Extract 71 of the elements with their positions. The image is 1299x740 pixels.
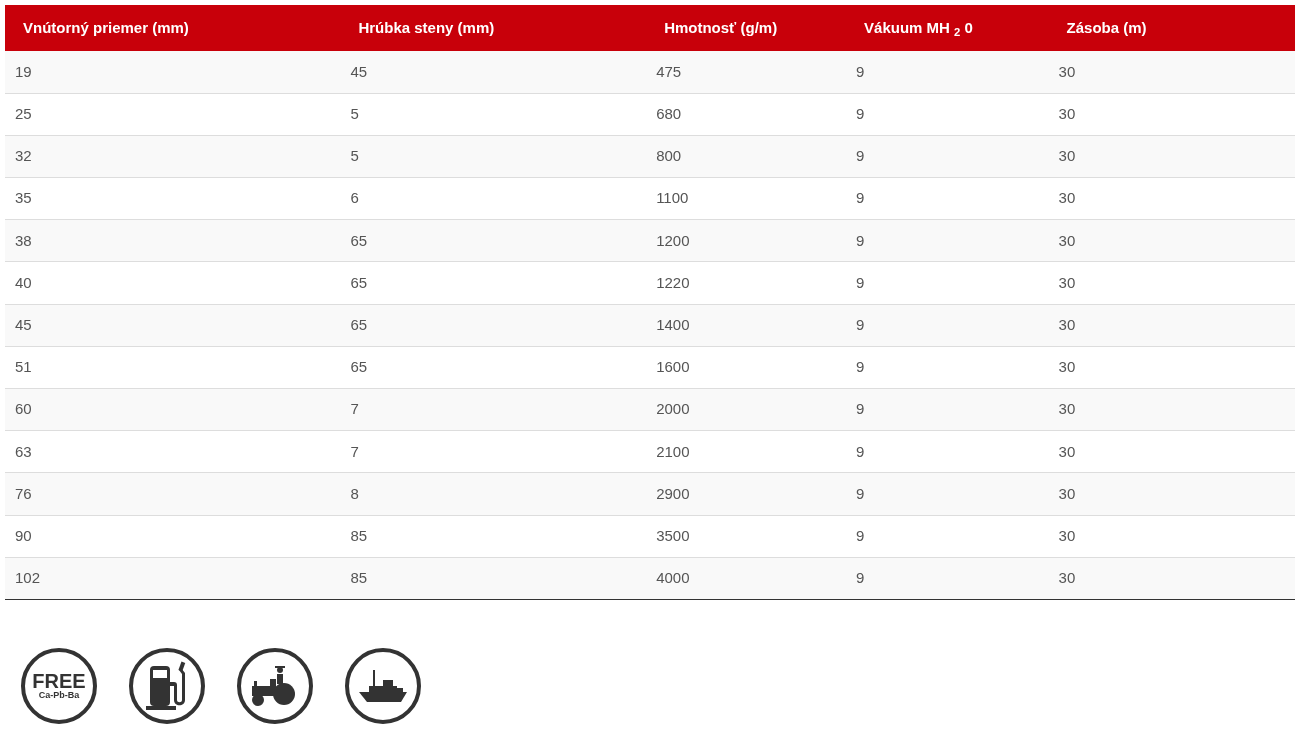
table-cell: 9 xyxy=(846,219,1049,262)
table-cell: 8 xyxy=(340,472,647,516)
table-cell: 85 xyxy=(340,515,647,558)
table-cell: 2100 xyxy=(646,430,847,473)
table-cell: 9 xyxy=(846,135,1049,178)
table-cell: 9 xyxy=(846,51,1049,94)
column-header: Hmotnosť (g/m) xyxy=(646,5,847,51)
table-cell: 65 xyxy=(340,346,647,389)
table-cell: 45 xyxy=(5,304,341,347)
table-cell: 40 xyxy=(5,261,341,305)
table-cell: 475 xyxy=(646,51,847,94)
table-cell: 9 xyxy=(846,93,1049,136)
table-cell: 5 xyxy=(340,93,647,136)
table-cell: 9 xyxy=(846,388,1049,431)
lead-free-badge: FREE Ca-Pb-Ba xyxy=(21,647,97,724)
table-cell: 30 xyxy=(1048,219,1295,262)
table-cell: 1600 xyxy=(646,346,847,389)
table-cell: 35 xyxy=(5,177,341,220)
table-cell: 19 xyxy=(5,51,341,94)
column-header: Zásoba (m) xyxy=(1048,5,1295,51)
table-cell: 30 xyxy=(1048,346,1295,389)
table-cell: 30 xyxy=(1048,472,1295,516)
table-cell: 102 xyxy=(5,557,341,600)
column-header: Vnútorný priemer (mm) xyxy=(5,5,341,51)
table-cell: 30 xyxy=(1048,135,1295,178)
table-cell: 6 xyxy=(340,177,647,220)
table-cell: 1200 xyxy=(646,219,847,262)
table-cell: 63 xyxy=(5,430,341,473)
table-cell: 38 xyxy=(5,219,341,262)
table-cell: 76 xyxy=(5,472,341,516)
table-cell: 30 xyxy=(1048,51,1295,94)
table-cell: 32 xyxy=(5,135,341,178)
table-cell: 65 xyxy=(340,304,647,347)
table-cell: 25 xyxy=(5,93,341,136)
table-cell: 30 xyxy=(1048,261,1295,305)
table-cell: 9 xyxy=(846,472,1049,516)
table-cell: 30 xyxy=(1048,177,1295,220)
table-cell: 9 xyxy=(846,557,1049,600)
table-cell: 1400 xyxy=(646,304,847,347)
table-cell: 9 xyxy=(846,346,1049,389)
table-cell: 30 xyxy=(1048,515,1295,558)
table-cell: 680 xyxy=(646,93,847,136)
table-cell: 90 xyxy=(5,515,341,558)
table-cell: 85 xyxy=(340,557,647,600)
table-cell: 800 xyxy=(646,135,847,178)
table-cell: 5 xyxy=(340,135,647,178)
table-cell: 3500 xyxy=(646,515,847,558)
table-cell: 9 xyxy=(846,261,1049,305)
table-cell: 1220 xyxy=(646,261,847,305)
table-cell: 30 xyxy=(1048,430,1295,473)
table-cell: 7 xyxy=(340,430,647,473)
table-cell: 2900 xyxy=(646,472,847,516)
column-header: Vákuum MH $_{2}$ 0 xyxy=(846,5,1049,51)
table-cell: 30 xyxy=(1048,388,1295,431)
table-cell: 9 xyxy=(846,304,1049,347)
table-cell: 30 xyxy=(1048,557,1295,600)
table-cell: 30 xyxy=(1048,93,1295,136)
table-cell: 2000 xyxy=(646,388,847,431)
table-cell: 65 xyxy=(340,219,647,262)
table-cell: 1100 xyxy=(646,177,847,220)
table-cell: 9 xyxy=(846,177,1049,220)
table-cell: 45 xyxy=(340,51,647,94)
table-cell: 65 xyxy=(340,261,647,305)
column-header: Hrúbka steny (mm) xyxy=(340,5,647,51)
table-cell: 51 xyxy=(5,346,341,389)
table-cell: 60 xyxy=(5,388,341,431)
table-cell: 9 xyxy=(846,430,1049,473)
table-cell: 9 xyxy=(846,515,1049,558)
table-cell: 4000 xyxy=(646,557,847,600)
table-cell: 30 xyxy=(1048,304,1295,347)
table-cell: 7 xyxy=(340,388,647,431)
